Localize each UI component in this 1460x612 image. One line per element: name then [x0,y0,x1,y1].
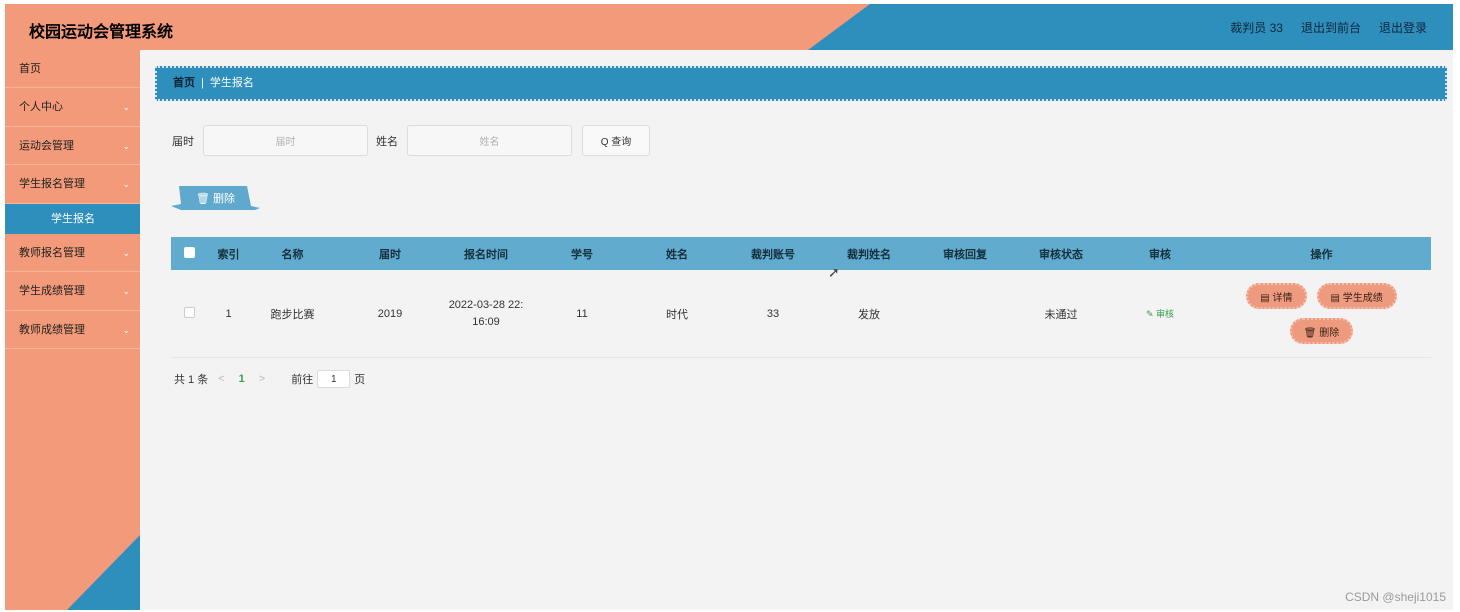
cell-judge-account: 33 [766,307,780,320]
sidebar-item-home[interactable]: 首页 [5,50,140,88]
chevron-up-icon: ⌄ [122,179,130,189]
chevron-down-icon: ⌄ [122,247,130,258]
breadcrumb-current: 学生报名 [209,77,254,89]
name-label: 姓名 [376,135,398,148]
row-delete-button-label: 🗑 删除 [1303,327,1340,339]
table-header: 索引 名称 届时 报名时间 学号 姓名 裁判账号 裁判姓名 审核回复 审核状态 … [171,237,1431,270]
col-student-no[interactable]: 学号 [527,246,637,262]
sidebar-item-teacher-score-mgmt[interactable]: 教师成绩管理 ⌄ [5,311,140,349]
session-input[interactable]: 届时 [203,125,368,156]
sidebar-item-label: 教师成绩管理 [19,323,85,336]
cell-session: 2019 [377,307,403,320]
reg-time-line2: 16:09 [472,315,500,328]
main-content: 首页 | 学生报名 届时 届时 姓名 姓名 Q 查询 🗑 删除 索引 名称 届时 报… [140,50,1453,610]
cell-reg-time: 2022-03-28 22: 16:09 [445,297,527,331]
sidebar-item-sports-meet[interactable]: 运动会管理 ⌄ [5,127,140,165]
pagination: 共 1 条 < 1 > 前往 1 页 [174,370,365,388]
col-judge-name[interactable]: 裁判姓名 [829,246,909,262]
registration-table: 索引 名称 届时 报名时间 学号 姓名 裁判账号 裁判姓名 审核回复 审核状态 … [171,237,1431,358]
detail-button-label: ▤ 详情 [1260,292,1293,304]
chevron-down-icon: ⌄ [122,140,130,151]
session-input-placeholder: 届时 [275,137,296,148]
pager-next-icon[interactable]: > [259,373,265,385]
row-delete-button[interactable]: 🗑 删除 [1289,318,1354,344]
pager-page-suffix: 页 [354,374,366,386]
app-title: 校园运动会管理系统 [29,24,174,41]
pager-page-input[interactable]: 1 [317,370,351,388]
pager-goto-label: 前往 [291,374,314,386]
row-actions: ▤ 详情 ▤ 学生成绩 🗑 删除 [1244,283,1399,344]
col-session[interactable]: 届时 [335,246,445,262]
student-score-button[interactable]: ▤ 学生成绩 [1316,283,1397,309]
name-input-placeholder: 姓名 [479,137,500,148]
app-window: 校园运动会管理系统 裁判员 33 退出到前台 退出登录 首页 个人中心 ⌄ 运动… [0,0,1460,612]
detail-button[interactable]: ▤ 详情 [1246,283,1307,309]
sidebar-item-label: 学生报名管理 [19,178,85,190]
current-user: 裁判员 33 [1230,21,1283,35]
col-index[interactable]: 索引 [207,246,250,262]
row-checkbox[interactable] [183,306,195,318]
cell-student-no: 11 [576,307,588,320]
sidebar-item-teacher-registration-mgmt[interactable]: 教师报名管理 ⌄ [5,234,140,272]
chevron-down-icon: ⌄ [122,102,130,112]
query-button-label: Q 查询 [600,137,632,148]
breadcrumb-separator: | [201,77,204,89]
watermark: CSDN @sheji1015 [1345,590,1446,604]
sidebar-item-label: 教师报名管理 [19,246,85,259]
session-label: 届时 [172,135,194,148]
table-row: 1 跑步比赛 2019 2022-03-28 22: 16:09 11 时代 3… [171,270,1431,358]
header-user-menu: 裁判员 33 退出到前台 退出登录 [1230,19,1427,36]
query-button[interactable]: Q 查询 [582,125,650,156]
cell-audit-status: 未通过 [1044,308,1078,321]
sidebar-item-label: 运动会管理 [19,139,74,152]
col-name[interactable]: 名称 [250,246,335,262]
student-score-button-label: ▤ 学生成绩 [1330,292,1383,304]
col-student-name[interactable]: 姓名 [637,246,717,262]
cell-name: 跑步比赛 [270,308,315,321]
pager-prev-icon[interactable]: < [218,373,224,385]
col-audit[interactable]: 审核 [1101,246,1219,262]
col-audit-status[interactable]: 审核状态 [1021,246,1101,262]
col-judge-account[interactable]: 裁判账号 [717,246,829,262]
select-all-checkbox[interactable] [183,246,195,258]
cell-judge-name: 发放 [858,308,880,321]
chevron-down-icon: ⌄ [122,286,130,296]
logout-link[interactable]: 退出登录 [1379,19,1427,36]
sidebar-item-student-registration-mgmt[interactable]: 学生报名管理 ⌄ [5,165,140,204]
sidebar-item-label: 学生成绩管理 [19,285,85,297]
chevron-down-icon: ⌄ [122,324,130,335]
breadcrumb-home[interactable]: 首页 [173,77,195,89]
cell-audit: ✎ 审核 [1101,307,1219,320]
audit-link[interactable]: ✎ 审核 [1146,309,1174,319]
cell-index: 1 [225,307,232,320]
sidebar-item-label: 首页 [19,63,41,75]
mouse-pointer-icon: ➚ [828,264,840,280]
sidebar-item-label: 个人中心 [19,101,63,113]
sidebar-item-student-score-mgmt[interactable]: 学生成绩管理 ⌄ [5,272,140,311]
sidebar: 首页 个人中心 ⌄ 运动会管理 ⌄ 学生报名管理 ⌄ 学生报名 教师报名管理 ⌄… [5,50,140,610]
cell-student-name: 时代 [666,308,688,321]
search-bar: 届时 届时 姓名 姓名 Q 查询 [172,125,650,156]
batch-delete-button[interactable]: 🗑 删除 [171,186,260,210]
select-all-cell [171,246,207,261]
col-reg-time[interactable]: 报名时间 [445,246,527,262]
cell-actions: ▤ 详情 ▤ 学生成绩 🗑 删除 [1219,283,1424,344]
breadcrumb: 首页 | 学生报名 [155,66,1447,101]
back-to-front-link[interactable]: 退出到前台 [1301,19,1361,36]
sidebar-corner-decoration [67,535,140,610]
pager-total: 共 1 条 [174,374,209,386]
sidebar-item-personal-center[interactable]: 个人中心 ⌄ [5,88,140,127]
col-actions: 操作 [1310,248,1333,261]
batch-delete-label: 🗑 删除 [195,193,236,205]
sidebar-subitem-student-registration[interactable]: 学生报名 [5,203,140,234]
row-select-cell [171,306,207,321]
pager-current-page[interactable]: 1 [239,373,245,385]
sidebar-item-label: 学生报名 [51,212,95,225]
top-header: 校园运动会管理系统 裁判员 33 退出到前台 退出登录 [5,4,1453,50]
reg-time-line1: 2022-03-28 22: [448,298,524,311]
name-input[interactable]: 姓名 [407,125,572,156]
col-audit-reply[interactable]: 审核回复 [909,246,1021,262]
